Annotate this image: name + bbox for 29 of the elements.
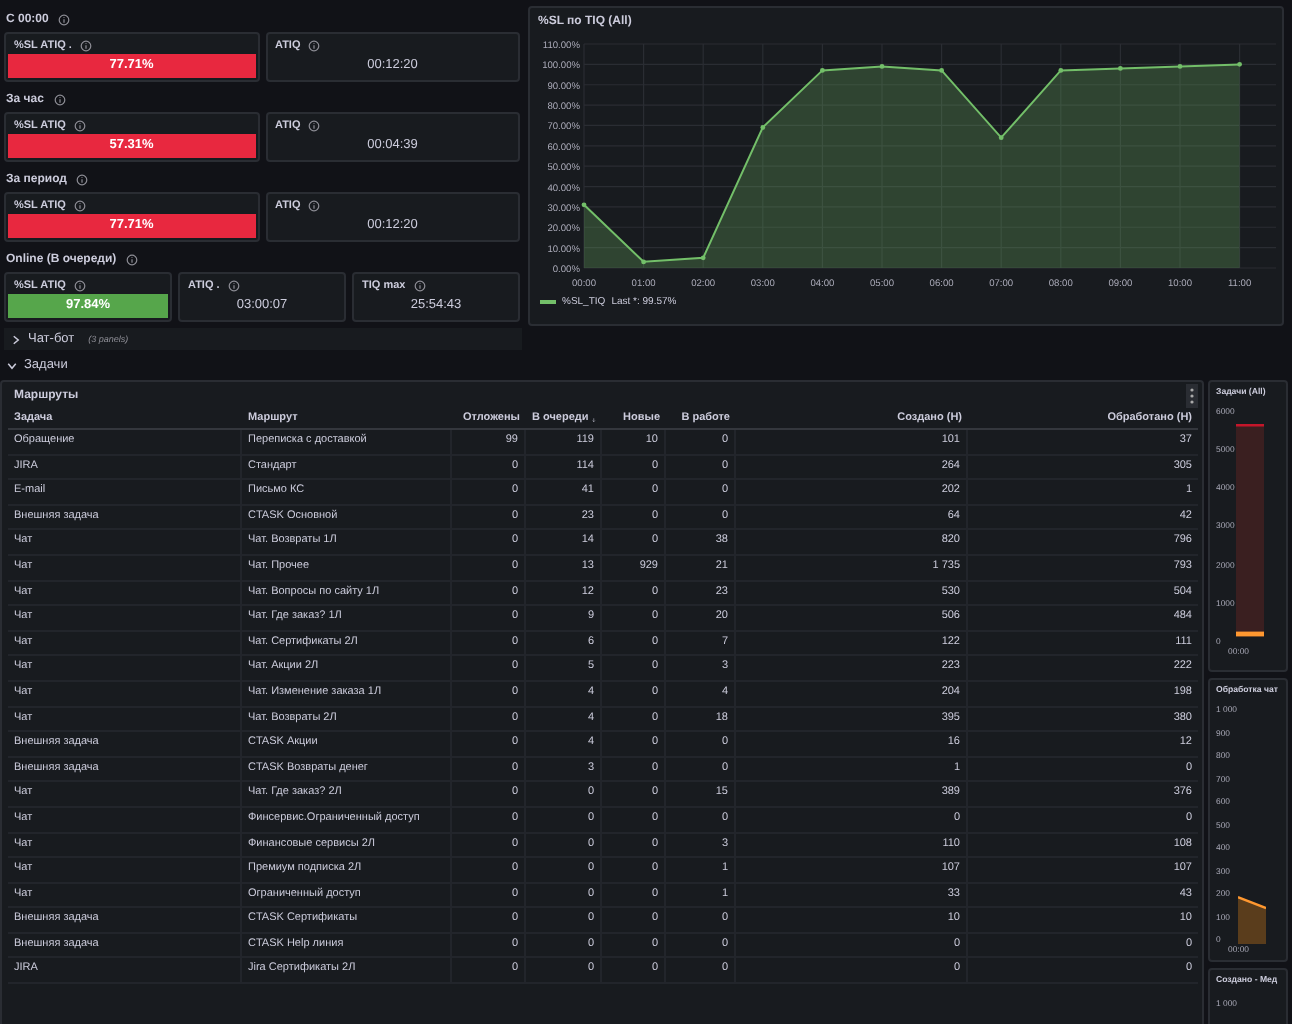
data-point [820, 68, 825, 73]
data-point [581, 202, 587, 208]
chevron-down-icon[interactable] [6, 359, 18, 371]
info-icon[interactable] [73, 279, 86, 291]
info-icon[interactable] [73, 119, 86, 131]
data-point [1058, 68, 1064, 73]
data-point [641, 259, 646, 265]
data-point [1237, 61, 1242, 67]
data-point [1177, 64, 1183, 69]
info-icon[interactable] [227, 279, 240, 291]
data-point [700, 255, 706, 261]
menu-icon[interactable] [1186, 383, 1198, 407]
data-point [998, 135, 1004, 141]
info-icon[interactable] [76, 173, 89, 185]
info-icon[interactable] [79, 39, 92, 51]
area-chart-drawing [1238, 896, 1267, 944]
info-icon[interactable] [308, 119, 321, 131]
info-icon[interactable] [126, 253, 139, 265]
info-icon[interactable] [53, 93, 66, 105]
data-point [760, 125, 766, 130]
info-icon[interactable] [73, 199, 86, 211]
data-point [879, 64, 885, 69]
info-icon[interactable] [413, 279, 426, 291]
chevron-right-icon[interactable] [10, 333, 22, 345]
info-icon[interactable] [58, 13, 71, 25]
info-icon[interactable] [308, 199, 321, 211]
data-point [1118, 66, 1123, 71]
info-icon[interactable] [308, 39, 321, 51]
data-point [939, 68, 944, 73]
